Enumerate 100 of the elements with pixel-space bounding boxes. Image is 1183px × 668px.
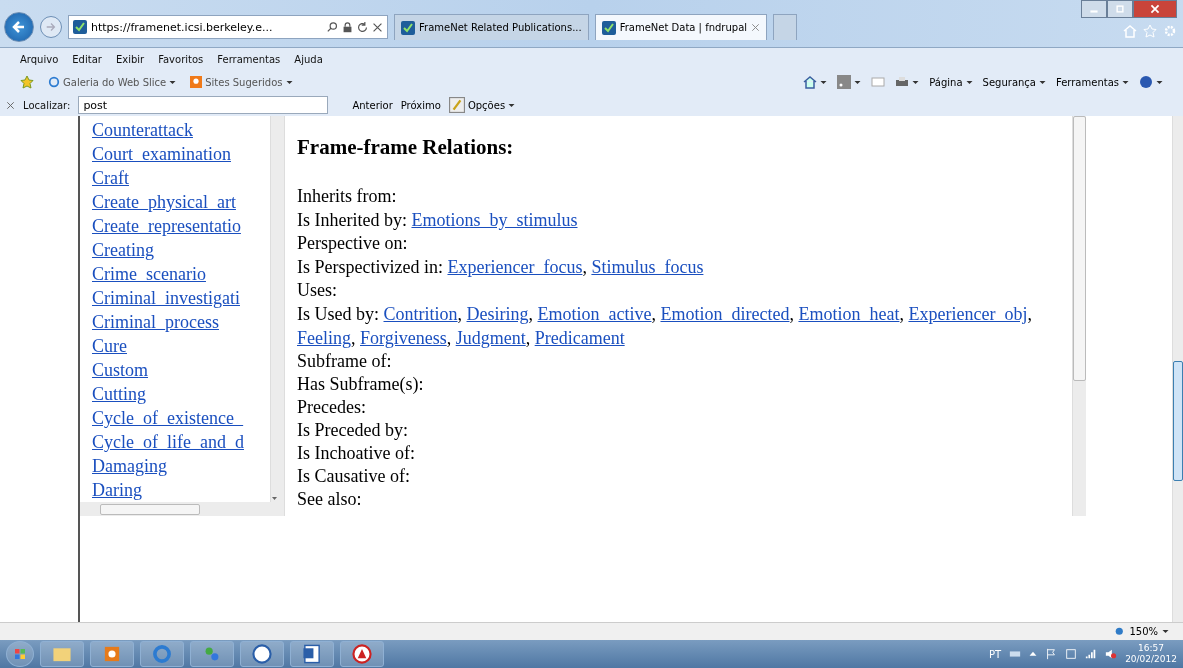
taskbar-app[interactable] bbox=[90, 641, 134, 667]
language-indicator[interactable]: PT bbox=[989, 648, 1002, 660]
frame-link[interactable]: Criminal_process bbox=[92, 310, 270, 334]
relation-label: Is Used by: bbox=[297, 304, 379, 324]
frame-link[interactable]: Damaging bbox=[92, 454, 270, 478]
speaker-muted-icon bbox=[1105, 648, 1118, 660]
back-button[interactable] bbox=[4, 12, 34, 42]
frame-link[interactable]: Feeling bbox=[297, 328, 351, 348]
separator-text: , bbox=[528, 304, 533, 324]
address-bar[interactable]: https://framenet.icsi.berkeley.e... bbox=[68, 15, 388, 39]
frame-link[interactable]: Emotion_active bbox=[537, 304, 652, 324]
separator-text: , bbox=[525, 328, 531, 348]
menu-item[interactable]: Exibir bbox=[115, 53, 145, 65]
find-label: Localizar: bbox=[23, 99, 71, 111]
arrow-left-icon bbox=[12, 20, 26, 34]
taskbar-app[interactable] bbox=[240, 641, 284, 667]
frame-link[interactable]: Court_examination bbox=[92, 142, 270, 166]
document-icon bbox=[302, 644, 322, 664]
frame-link[interactable]: Criminal_investigati bbox=[92, 286, 270, 310]
command-menu[interactable]: Ferramentas bbox=[1055, 76, 1129, 88]
clock[interactable]: 16:57 20/02/2012 bbox=[1125, 643, 1177, 665]
frame-link[interactable]: Forgiveness bbox=[360, 328, 447, 348]
forward-button[interactable] bbox=[40, 16, 62, 38]
find-nav-button[interactable]: Anterior bbox=[352, 99, 393, 111]
flag-icon bbox=[1045, 648, 1058, 660]
media-player-icon bbox=[102, 644, 122, 664]
restore-button[interactable] bbox=[1107, 0, 1133, 18]
relation-label: Perspective on: bbox=[297, 233, 408, 253]
settings-icon bbox=[1163, 24, 1177, 38]
close-icon bbox=[6, 100, 15, 110]
home-icon bbox=[803, 75, 818, 89]
frame-link[interactable]: Cycle_of_life_and_d bbox=[92, 430, 270, 454]
feeds-button[interactable] bbox=[837, 75, 862, 89]
frame-link[interactable]: Experiencer_obj bbox=[908, 304, 1028, 324]
relation-label: Precedes: bbox=[297, 397, 366, 417]
print-button[interactable] bbox=[895, 75, 920, 89]
browser-tab[interactable]: FrameNet Data | fndrupal bbox=[594, 14, 768, 40]
find-nav-button[interactable]: Próximo bbox=[400, 99, 441, 111]
frame-link[interactable]: Desiring bbox=[466, 304, 529, 324]
caret-icon bbox=[1162, 628, 1169, 635]
favorites-bar-item[interactable]: Sites Sugeridos bbox=[190, 76, 293, 88]
start-button[interactable] bbox=[6, 641, 34, 667]
browser-tab[interactable]: FrameNet Related Publications... bbox=[394, 14, 589, 40]
vertical-scrollbar[interactable] bbox=[1072, 116, 1086, 516]
frame-link[interactable]: Stimulus_focus bbox=[591, 257, 704, 277]
menu-item[interactable]: Arquivo bbox=[20, 53, 59, 65]
frame-link[interactable]: Crime_scenario bbox=[92, 262, 270, 286]
frame-link[interactable]: Emotion_heat bbox=[798, 304, 900, 324]
relation-label: Is Inchoative of: bbox=[297, 443, 415, 463]
minimize-button[interactable] bbox=[1081, 0, 1107, 18]
frame-link[interactable]: Predicament bbox=[534, 328, 625, 348]
horizontal-scrollbar[interactable] bbox=[80, 502, 284, 516]
caret-up-icon bbox=[1029, 650, 1038, 658]
command-menu[interactable]: Página bbox=[929, 76, 973, 88]
printer-icon bbox=[895, 75, 910, 89]
relation-label: Is Causative of: bbox=[297, 466, 410, 486]
taskbar-app[interactable] bbox=[290, 641, 334, 667]
zoom-level[interactable]: 150% bbox=[1129, 626, 1158, 637]
home-button[interactable] bbox=[803, 75, 828, 89]
frame-link[interactable]: Custom bbox=[92, 358, 270, 382]
command-menu[interactable]: Segurança bbox=[982, 76, 1046, 88]
favorites-bar-item[interactable]: Galeria do Web Slice bbox=[48, 76, 177, 88]
frame-link[interactable]: Emotion_directed bbox=[660, 304, 790, 324]
frame-link[interactable]: Create_representatio bbox=[92, 214, 270, 238]
frame-link[interactable]: Creating bbox=[92, 238, 270, 262]
caret-icon bbox=[508, 101, 516, 109]
frame-link[interactable]: Cure bbox=[92, 334, 270, 358]
frame-link[interactable]: Emotions_by_stimulus bbox=[411, 210, 578, 230]
caret-icon bbox=[1122, 78, 1129, 86]
help-button[interactable] bbox=[1139, 75, 1163, 89]
menu-item[interactable]: Ajuda bbox=[294, 53, 323, 65]
relation-label: Inherits from: bbox=[297, 186, 397, 206]
relation-label: Is Preceded by: bbox=[297, 420, 408, 440]
frame-link[interactable]: Judgment bbox=[455, 328, 526, 348]
triangle-logo-icon bbox=[352, 644, 372, 664]
frame-link[interactable]: Experiencer_focus bbox=[447, 257, 583, 277]
menu-item[interactable]: Ferramentas bbox=[217, 53, 281, 65]
frame-link[interactable]: Contrition bbox=[383, 304, 458, 324]
lightbulb-icon bbox=[190, 76, 203, 88]
frame-link[interactable]: Cycle_of_existence_ bbox=[92, 406, 270, 430]
relation-label: Is Inherited by: bbox=[297, 210, 407, 230]
find-field[interactable]: post bbox=[78, 96, 329, 114]
separator-text: , bbox=[789, 304, 794, 324]
frame-link[interactable]: Craft bbox=[92, 166, 270, 190]
relation-label: Uses: bbox=[297, 280, 337, 300]
menu-item[interactable]: Favoritos bbox=[158, 53, 204, 65]
pencil-icon bbox=[448, 97, 465, 113]
frame-link[interactable]: Daring bbox=[92, 478, 270, 502]
check-icon bbox=[73, 20, 87, 34]
frame-link[interactable]: Create_physical_art bbox=[92, 190, 270, 214]
close-button[interactable] bbox=[1133, 0, 1177, 18]
options-button[interactable]: Opções bbox=[448, 97, 516, 113]
zoom-icon bbox=[1115, 626, 1126, 637]
frame-link[interactable]: Counterattack bbox=[92, 118, 270, 142]
caret-icon bbox=[169, 78, 177, 86]
menu-item[interactable]: Editar bbox=[72, 53, 102, 65]
frame-link[interactable]: Cutting bbox=[92, 382, 270, 406]
page-scrollbar[interactable] bbox=[1172, 116, 1183, 622]
windows-logo-icon bbox=[13, 647, 27, 661]
taskbar-app[interactable] bbox=[340, 641, 384, 667]
